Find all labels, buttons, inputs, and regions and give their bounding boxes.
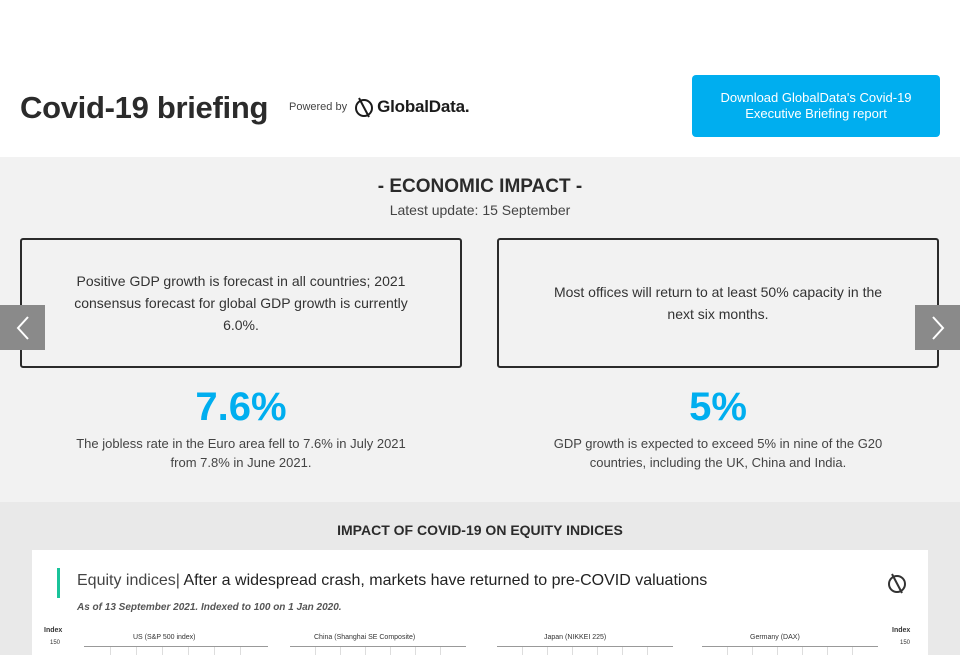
index-axis-label-right: Index	[892, 627, 911, 634]
mini-chart-japan	[497, 646, 673, 655]
equity-image-title-rest: After a widespread crash, markets have r…	[179, 572, 708, 589]
info-card-text: Positive GDP growth is forecast in all c…	[74, 273, 408, 333]
globaldata-logo-text: GlobalData.	[377, 97, 470, 116]
equity-image-title-lead: Equity indices|	[77, 572, 180, 589]
info-card-text: Most offices will return to at least 50%…	[553, 284, 883, 322]
equity-image-title: Equity indices| After a widespread crash…	[77, 572, 707, 590]
stat-jobless: 7.6% The jobless rate in the Euro area f…	[20, 384, 462, 472]
us-index-line	[84, 647, 268, 655]
globaldata-logo[interactable]: GlobalData.	[354, 96, 470, 118]
latest-update: Latest update: 15 September	[389, 202, 571, 218]
tick-150-right: 150	[900, 640, 911, 646]
equity-indices-image: Equity indices| After a widespread crash…	[32, 550, 928, 655]
tick-150-left: 150	[50, 640, 61, 646]
stat-value: 5%	[689, 385, 747, 429]
globaldata-logo-icon	[355, 97, 374, 118]
equity-image-subtitle: As of 13 September 2021. Indexed to 100 …	[77, 602, 342, 613]
mini-chart-label-germany: Germany (DAX)	[750, 634, 800, 641]
mini-chart-label-japan: Japan (NIKKEI 225)	[544, 634, 607, 641]
accent-bar	[57, 568, 60, 598]
info-card-gdp: Positive GDP growth is forecast in all c…	[20, 238, 462, 368]
powered-by-label: Powered by	[289, 101, 348, 113]
mini-chart-label-china: China (Shanghai SE Composite)	[314, 634, 416, 641]
mini-chart-us	[84, 646, 268, 655]
carousel-prev-button[interactable]	[0, 305, 45, 350]
page-header: Covid-19 briefing Powered by GlobalData.…	[0, 0, 960, 157]
mini-chart-label-us: US (S&P 500 index)	[133, 634, 196, 641]
chevron-right-icon	[931, 315, 944, 340]
stat-description: The jobless rate in the Euro area fell t…	[76, 436, 406, 470]
globaldata-icon	[887, 572, 907, 599]
info-card-offices: Most offices will return to at least 50%…	[497, 238, 939, 368]
economic-impact-heading: - ECONOMIC IMPACT -	[377, 176, 583, 197]
economic-impact-section: - ECONOMIC IMPACT - Latest update: 15 Se…	[0, 157, 960, 502]
powered-by: Powered by GlobalData.	[289, 96, 470, 118]
chevron-left-icon	[16, 315, 29, 340]
stat-value: 7.6%	[195, 385, 287, 429]
equity-indices-section: IMPACT OF COVID-19 ON EQUITY INDICES Equ…	[0, 502, 960, 655]
mini-chart-germany	[702, 646, 878, 655]
mini-chart-china	[290, 646, 466, 655]
carousel-next-button[interactable]	[915, 305, 960, 350]
index-axis-label-left: Index	[44, 627, 63, 634]
download-briefing-button[interactable]: Download GlobalData's Covid-19 Executive…	[692, 75, 940, 137]
stat-description: GDP growth is expected to exceed 5% in n…	[553, 436, 883, 470]
page-title: Covid-19 briefing	[20, 90, 269, 125]
equity-heading: IMPACT OF COVID-19 ON EQUITY INDICES	[337, 522, 623, 538]
stat-gdp-growth: 5% GDP growth is expected to exceed 5% i…	[497, 384, 939, 472]
